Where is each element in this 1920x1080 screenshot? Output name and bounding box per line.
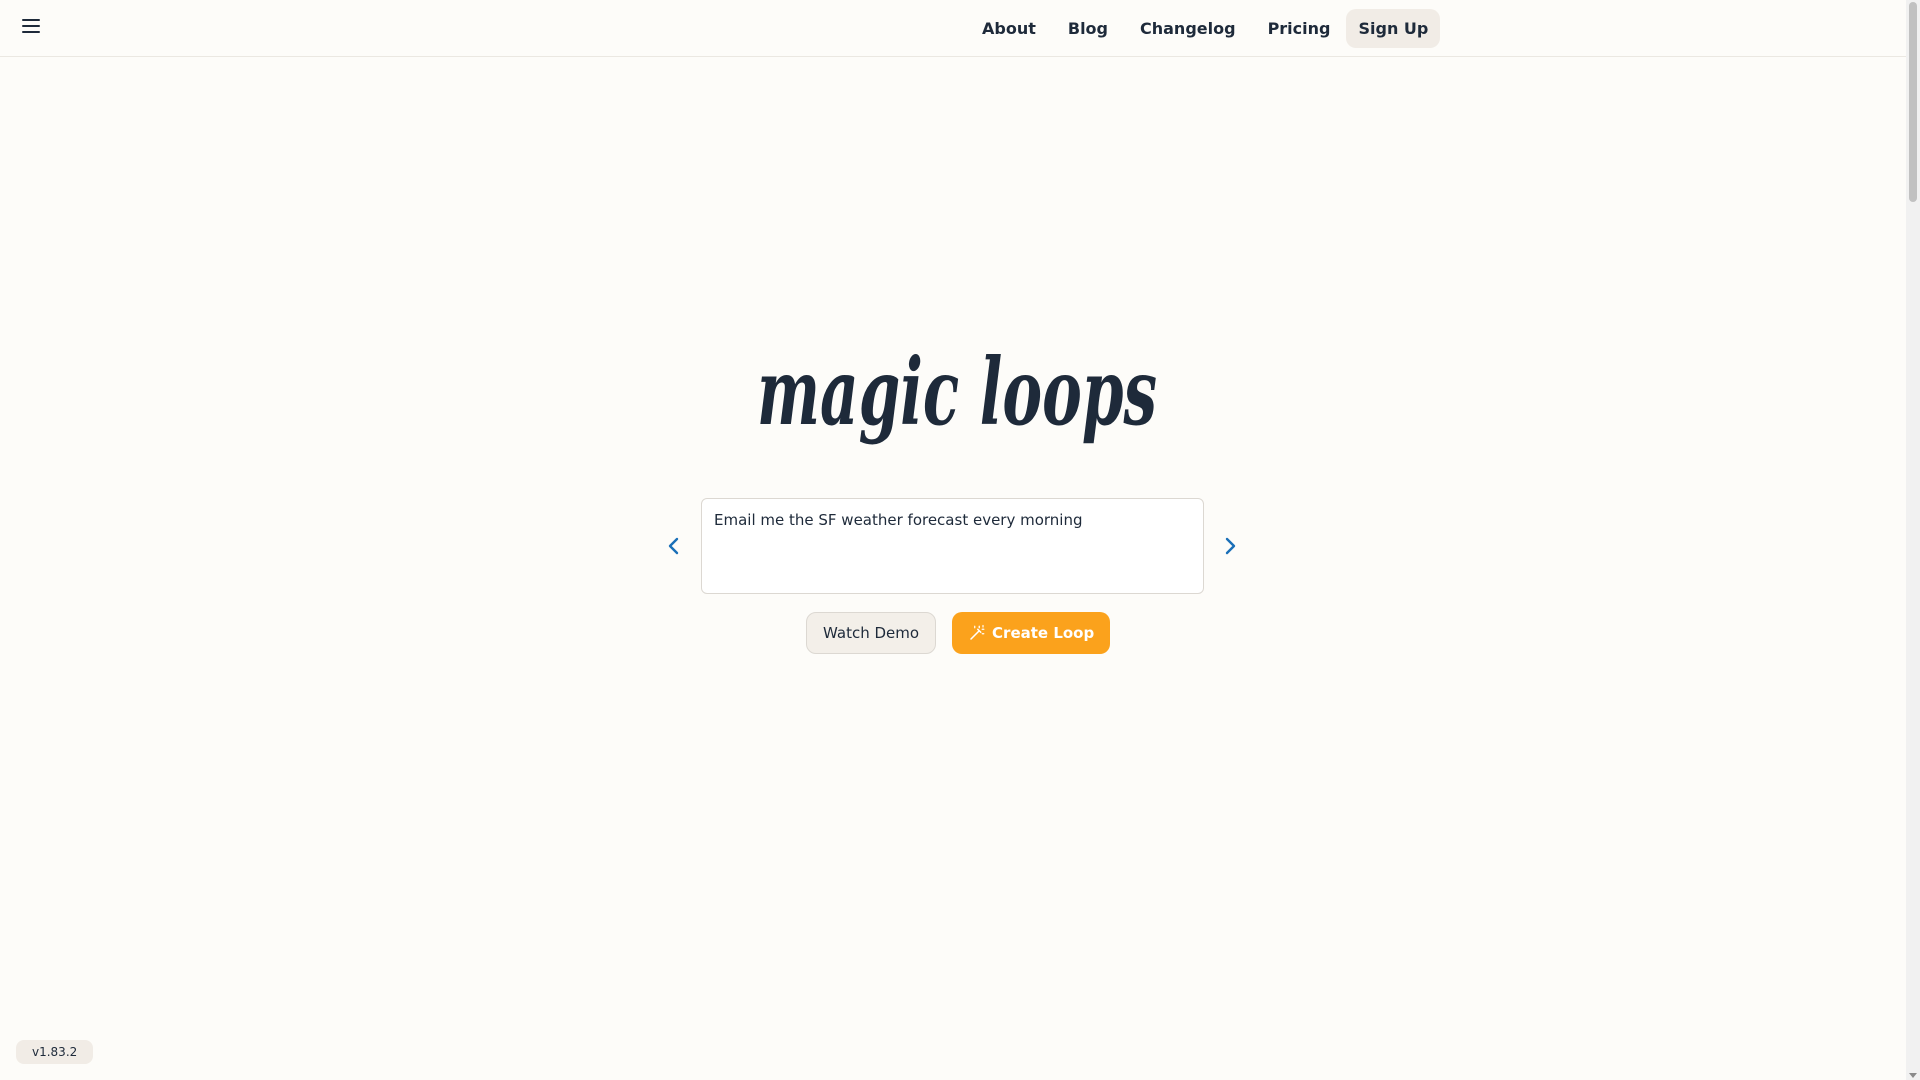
prompt-input[interactable]: Email me the SF weather forecast every m…: [701, 498, 1204, 594]
nav-link-changelog[interactable]: Changelog: [1124, 9, 1252, 48]
page: About Blog Changelog Pricing Sign Up mag…: [0, 0, 1920, 1080]
main-nav: About Blog Changelog Pricing Sign Up: [966, 8, 1441, 48]
prompt-area: Email me the SF weather forecast every m…: [662, 498, 1242, 596]
chevron-right-icon[interactable]: [1218, 534, 1242, 558]
scroll-down-arrow-icon[interactable]: [1909, 1073, 1917, 1078]
nav-link-blog[interactable]: Blog: [1052, 9, 1124, 48]
nav-link-about[interactable]: About: [966, 9, 1052, 48]
vertical-scrollbar[interactable]: [1906, 0, 1920, 1080]
nav-link-pricing[interactable]: Pricing: [1252, 9, 1347, 48]
hero-actions: Watch Demo Create Loop: [806, 612, 1111, 654]
watch-demo-button[interactable]: Watch Demo: [806, 612, 937, 654]
create-loop-label: Create Loop: [992, 624, 1095, 642]
magic-loops-logo: magic loops: [757, 338, 1157, 446]
logo-text: magic loops: [757, 338, 1157, 446]
hamburger-menu-icon[interactable]: [22, 18, 40, 34]
create-loop-button[interactable]: Create Loop: [952, 612, 1111, 654]
top-navbar: About Blog Changelog Pricing Sign Up: [0, 0, 1906, 57]
version-badge: v1.83.2: [16, 1040, 94, 1064]
sign-up-button[interactable]: Sign Up: [1346, 8, 1441, 48]
scrollbar-thumb[interactable]: [1909, 2, 1917, 202]
magic-wand-icon: [970, 624, 985, 640]
chevron-left-icon[interactable]: [662, 534, 686, 558]
